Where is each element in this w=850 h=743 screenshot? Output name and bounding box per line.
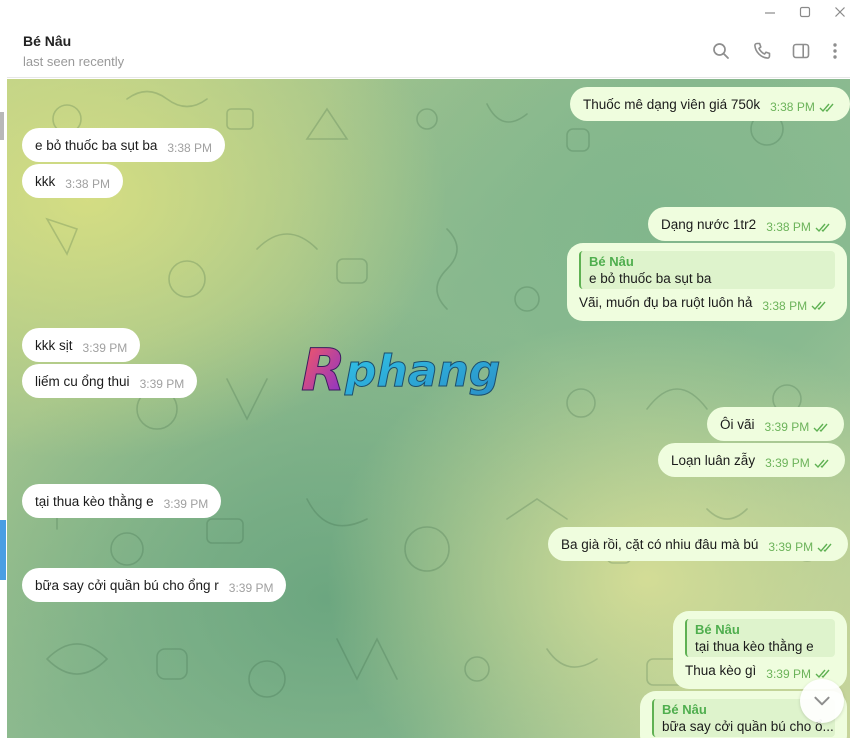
minimize-icon: [765, 12, 775, 14]
chevron-down-icon: [814, 696, 830, 706]
message-time: 3:39 PM: [163, 497, 209, 511]
contact-status: last seen recently: [23, 54, 125, 69]
reply-text: e bỏ thuốc ba sụt ba: [589, 271, 712, 286]
sidebar-toggle-button[interactable]: [788, 38, 814, 64]
double-check-icon: [811, 301, 826, 311]
message-bubble-outgoing-reply[interactable]: Bé Nâu tại thua kèo thằng e Thua kèo gì …: [673, 611, 847, 689]
more-button[interactable]: [822, 38, 848, 64]
message-text: e bỏ thuốc ba sụt ba: [35, 137, 158, 153]
close-icon: [835, 7, 845, 17]
active-chat-indicator: [0, 520, 6, 580]
reply-author: Bé Nâu: [695, 622, 740, 637]
reply-quote[interactable]: Bé Nâu tại thua kèo thằng e: [685, 619, 835, 657]
more-vertical-icon: [833, 43, 837, 59]
message-bubble-outgoing[interactable]: Ba già rồi, cặt có nhiu đâu mà bú 3:39 P…: [548, 527, 849, 561]
window-title-bar: [0, 0, 850, 24]
message-text: kkk sịt: [35, 337, 73, 353]
message-text: bữa say cởi quần bú cho ổng r: [35, 577, 219, 593]
message-text: Loạn luân zẫy: [671, 452, 756, 468]
double-check-icon: [819, 103, 834, 112]
reply-author: Bé Nâu: [589, 254, 634, 269]
message-bubble-incoming[interactable]: kkk sịt 3:39 PM: [22, 328, 141, 362]
message-bubble-incoming[interactable]: bữa say cởi quần bú cho ổng r 3:39 PM: [22, 568, 287, 602]
message-bubble-outgoing[interactable]: Thuốc mê dạng viên giá 750k 3:38 PM: [570, 87, 850, 121]
message-text: liếm cu ổng thui: [35, 373, 130, 389]
double-check-icon: [815, 223, 830, 232]
minimize-button[interactable]: [752, 0, 788, 24]
message-time: 3:39 PM: [764, 420, 810, 434]
message-time: 3:38 PM: [65, 177, 110, 191]
call-button[interactable]: [749, 38, 775, 64]
message-time: 3:38 PM: [167, 141, 213, 155]
message-bubble-incoming[interactable]: liếm cu ổng thui 3:39 PM: [22, 364, 198, 398]
message-text: Thua kèo gì: [685, 663, 757, 678]
message-time: 3:38 PM: [770, 100, 815, 114]
scroll-to-bottom-button[interactable]: [800, 679, 844, 723]
double-check-icon: [817, 543, 832, 552]
search-icon: [713, 43, 729, 59]
message-text: Dạng nước 1tr2: [661, 216, 757, 232]
message-bubble-outgoing[interactable]: Ôi vãi 3:39 PM: [707, 407, 845, 441]
scrollbar-thumb[interactable]: [0, 112, 4, 140]
message-time: 3:39 PM: [82, 341, 128, 355]
message-text: Thuốc mê dạng viên giá 750k: [583, 96, 761, 112]
contact-name[interactable]: Bé Nâu: [23, 33, 71, 49]
reply-quote[interactable]: Bé Nâu e bỏ thuốc ba sụt ba: [579, 251, 835, 289]
message-bubble-incoming[interactable]: tại thua kèo thằng e 3:39 PM: [22, 484, 222, 518]
message-text: Ba già rồi, cặt có nhiu đâu mà bú: [561, 536, 759, 552]
double-check-icon: [813, 423, 828, 432]
message-time: 3:38 PM: [762, 298, 808, 313]
reply-text: bữa say cởi quần bú cho ổ...: [662, 719, 834, 734]
rphang-watermark-logo: R phang: [301, 336, 501, 405]
message-time: 3:39 PM: [766, 666, 811, 681]
reply-text: tại thua kèo thằng e: [695, 639, 814, 654]
chat-header: Bé Nâu last seen recently: [0, 24, 850, 78]
maximize-icon: [799, 6, 811, 18]
search-button[interactable]: [708, 38, 734, 64]
message-time: 3:39 PM: [228, 581, 274, 595]
message-text: Ôi vãi: [720, 416, 755, 432]
message-bubble-incoming[interactable]: e bỏ thuốc ba sụt ba 3:38 PM: [22, 128, 226, 162]
message-bubble-outgoing-reply[interactable]: Bé Nâu e bỏ thuốc ba sụt ba Vãi, muốn đụ…: [567, 243, 847, 321]
double-check-icon: [815, 669, 830, 679]
message-text: kkk: [35, 173, 56, 189]
watermark-initial: R: [301, 336, 346, 404]
message-text: Vãi, muốn đụ ba ruột luôn hả: [579, 295, 753, 310]
phone-icon: [754, 42, 771, 59]
maximize-button[interactable]: [787, 0, 823, 24]
double-check-icon: [814, 459, 829, 468]
message-time: 3:39 PM: [768, 540, 814, 554]
message-area[interactable]: Thuốc mê dạng viên giá 750k 3:38 PM e bỏ…: [7, 79, 850, 738]
sidebar-icon: [792, 43, 810, 59]
close-button[interactable]: [822, 0, 850, 24]
watermark-rest: phang: [344, 346, 500, 397]
message-time: 3:39 PM: [139, 377, 185, 391]
message-time: 3:38 PM: [766, 220, 811, 234]
message-bubble-outgoing[interactable]: Dạng nước 1tr2 3:38 PM: [648, 207, 846, 241]
message-text: tại thua kèo thằng e: [35, 493, 154, 509]
composer-edge: [0, 738, 850, 743]
message-bubble-outgoing[interactable]: Loạn luân zẫy 3:39 PM: [658, 443, 845, 477]
message-bubble-incoming[interactable]: kkk 3:38 PM: [22, 164, 123, 198]
message-time: 3:39 PM: [765, 456, 810, 470]
